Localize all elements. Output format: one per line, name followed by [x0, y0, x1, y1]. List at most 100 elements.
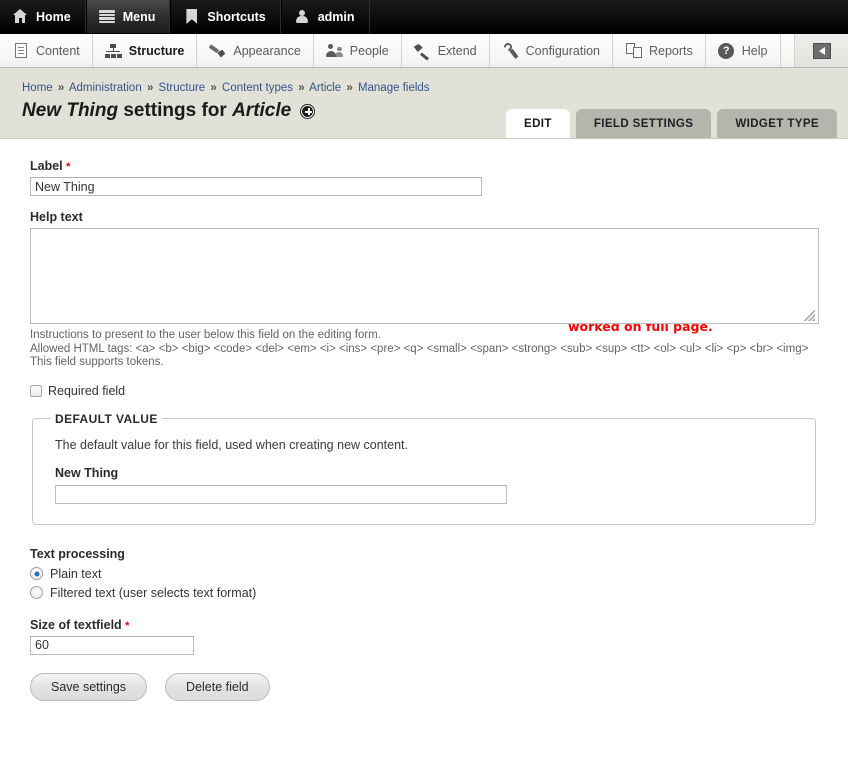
- document-icon: [12, 42, 29, 59]
- help-text-description: Instructions to present to the user belo…: [30, 329, 818, 370]
- nav-item-help-label: Help: [741, 43, 768, 58]
- tab-field-settings[interactable]: FIELD SETTINGS: [575, 109, 712, 138]
- filtered-text-label[interactable]: Filtered text (user selects text format): [50, 586, 256, 600]
- collapse-left-icon: [812, 42, 831, 59]
- breadcrumb-separator: »: [57, 82, 65, 94]
- default-value-description: The default value for this field, used w…: [55, 437, 408, 452]
- required-field-checkbox[interactable]: [30, 384, 42, 397]
- wrench-icon: [502, 40, 519, 59]
- help-text-label-text: Help text: [30, 210, 83, 224]
- nav-item-configuration-label: Configuration: [525, 43, 600, 58]
- text-processing-label: Text processing: [30, 546, 125, 561]
- required-marker: *: [125, 619, 130, 632]
- page-tabs: EDIT FIELD SETTINGS WIDGET TYPE: [506, 109, 848, 138]
- admin-toolbar-top: Home Menu Shortcuts admin: [0, 0, 848, 34]
- plain-text-label[interactable]: Plain text: [50, 567, 101, 581]
- nav-item-people-label: People: [349, 43, 389, 58]
- nav-item-extend-label: Extend: [437, 43, 477, 58]
- required-marker: *: [66, 161, 71, 173]
- required-field-label[interactable]: Required field: [48, 384, 125, 398]
- breadcrumb-separator: »: [346, 82, 353, 94]
- help-text-textarea[interactable]: [30, 228, 819, 324]
- people-icon: [325, 42, 343, 59]
- help-text-label: Help text: [30, 210, 818, 224]
- nav-item-extend[interactable]: Extend: [402, 34, 490, 67]
- nav-item-content-label: Content: [36, 43, 80, 58]
- nav-item-people[interactable]: People: [314, 34, 402, 67]
- toolbar-item-home-label: Home: [36, 9, 71, 24]
- default-value-field-label: New Thing: [55, 465, 119, 480]
- page-title-bundle: Article: [232, 100, 292, 121]
- save-settings-button[interactable]: Save settings: [30, 672, 148, 701]
- toolbar-spacer: [781, 34, 795, 67]
- home-icon: [12, 8, 29, 25]
- breadcrumb-item-structure[interactable]: Structure: [159, 82, 206, 94]
- breadcrumb-separator: »: [146, 82, 154, 94]
- nav-item-content[interactable]: Content: [0, 34, 93, 67]
- nav-item-help[interactable]: ? Help: [706, 34, 781, 67]
- label-field-label: Label *: [30, 159, 818, 173]
- sitemap-icon: [104, 42, 122, 59]
- default-value-input[interactable]: [55, 484, 507, 504]
- tab-edit[interactable]: EDIT: [506, 109, 570, 138]
- breadcrumb: Home » Administration » Structure » Cont…: [0, 82, 848, 94]
- tab-widget-type-label: WIDGET TYPE: [735, 118, 819, 130]
- breadcrumb-separator: »: [298, 82, 305, 94]
- main-content: switched out of overlay so capture worke…: [0, 139, 848, 731]
- page-title-field-name: New Thing: [22, 100, 119, 121]
- default-value-legend: DEFAULT VALUE: [55, 411, 158, 426]
- nav-item-structure[interactable]: Structure: [93, 34, 198, 67]
- size-of-textfield-input[interactable]: [30, 635, 194, 655]
- toolbar-item-shortcuts[interactable]: Shortcuts: [170, 0, 281, 33]
- toolbar-item-menu[interactable]: Menu: [85, 0, 171, 33]
- help-text-wrapper: [30, 228, 819, 324]
- plug-icon: [413, 42, 431, 61]
- nav-item-reports-label: Reports: [649, 43, 693, 58]
- tab-widget-type[interactable]: WIDGET TYPE: [717, 109, 837, 138]
- size-of-textfield-label-text: Size of textfield: [30, 617, 122, 632]
- label-input[interactable]: [30, 177, 482, 196]
- help-desc-line-2: Allowed HTML tags: <a> <b> <big> <code> …: [30, 342, 809, 355]
- question-mark-icon: ?: [718, 42, 735, 59]
- tab-field-settings-label: FIELD SETTINGS: [593, 118, 694, 130]
- required-field-row: Required field: [30, 384, 818, 398]
- text-processing-option-plain: Plain text: [30, 567, 818, 581]
- admin-toolbar-secondary: Content Structure Appearance People Exte…: [0, 34, 848, 68]
- page-title-middle: settings for: [123, 100, 227, 121]
- breadcrumb-separator: »: [210, 82, 217, 94]
- toolbar-item-shortcuts-label: Shortcuts: [207, 9, 266, 24]
- toolbar-item-user[interactable]: admin: [280, 0, 370, 33]
- nav-item-structure-label: Structure: [128, 43, 185, 58]
- reports-icon: [625, 42, 642, 59]
- plus-circle-icon[interactable]: [301, 104, 315, 118]
- help-desc-line-3: This field supports tokens.: [30, 356, 164, 368]
- nav-item-appearance[interactable]: Appearance: [197, 34, 314, 67]
- nav-item-appearance-label: Appearance: [233, 43, 301, 58]
- toolbar-collapse-button[interactable]: [795, 34, 848, 67]
- filtered-text-radio[interactable]: [30, 586, 43, 599]
- breadcrumb-item-article[interactable]: Article: [309, 82, 341, 94]
- breadcrumb-item-administration[interactable]: Administration: [69, 82, 142, 94]
- size-of-textfield-label: Size of textfield *: [30, 618, 818, 632]
- toolbar-item-user-label: admin: [317, 9, 355, 24]
- breadcrumb-item-content-types[interactable]: Content types: [222, 82, 293, 94]
- default-value-fieldset: DEFAULT VALUE The default value for this…: [32, 411, 816, 525]
- breadcrumb-item-manage-fields[interactable]: Manage fields: [358, 82, 430, 94]
- toolbar-item-menu-label: Menu: [122, 9, 156, 24]
- breadcrumb-item-home[interactable]: Home: [22, 82, 53, 94]
- toolbar-item-home[interactable]: Home: [0, 0, 86, 33]
- text-processing-option-filtered: Filtered text (user selects text format): [30, 586, 818, 600]
- bookmark-icon: [183, 8, 200, 25]
- delete-field-button[interactable]: Delete field: [165, 672, 270, 701]
- page-header-band: Home » Administration » Structure » Cont…: [0, 68, 848, 139]
- default-value-field-group: New Thing: [55, 466, 799, 504]
- paintbrush-icon: [209, 42, 226, 59]
- nav-item-reports[interactable]: Reports: [613, 34, 706, 67]
- label-field-label-text: Label: [30, 159, 63, 173]
- hamburger-icon: [99, 8, 116, 25]
- tab-edit-label: EDIT: [524, 118, 552, 130]
- plain-text-radio[interactable]: [30, 567, 43, 580]
- nav-item-configuration[interactable]: Configuration: [490, 34, 613, 67]
- form-actions: Save settings Delete field: [30, 672, 818, 731]
- user-icon: [294, 8, 311, 25]
